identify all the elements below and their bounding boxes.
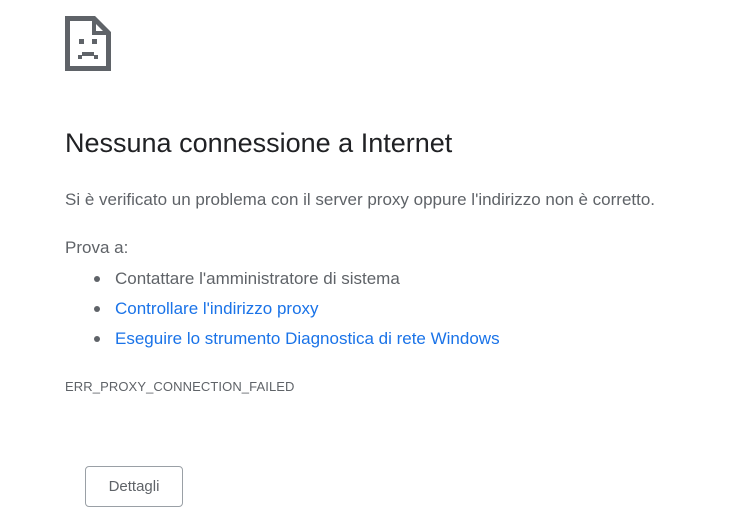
sad-document-icon [65, 16, 111, 71]
check-proxy-link[interactable]: Controllare l'indirizzo proxy [115, 299, 319, 318]
error-page: Nessuna connessione a Internet Si è veri… [0, 0, 743, 517]
error-code: ERR_PROXY_CONNECTION_FAILED [65, 379, 295, 394]
bullet-icon [94, 336, 100, 342]
suggestion-contact-admin: Contattare l'amministratore di sistema [115, 269, 400, 288]
page-title: Nessuna connessione a Internet [65, 128, 453, 158]
details-button[interactable]: Dettagli [85, 466, 183, 507]
bullet-icon [94, 276, 100, 282]
list-item: Contattare l'amministratore di sistema [65, 264, 500, 294]
list-item: Controllare l'indirizzo proxy [65, 294, 500, 324]
list-item: Eseguire lo strumento Diagnostica di ret… [65, 324, 500, 354]
network-diagnostics-link[interactable]: Eseguire lo strumento Diagnostica di ret… [115, 329, 500, 348]
bullet-icon [94, 306, 100, 312]
suggestions-list: Contattare l'amministratore di sistema C… [65, 264, 500, 354]
suggestions-heading: Prova a: [65, 238, 129, 257]
error-summary: Si è verificato un problema con il serve… [65, 190, 656, 209]
